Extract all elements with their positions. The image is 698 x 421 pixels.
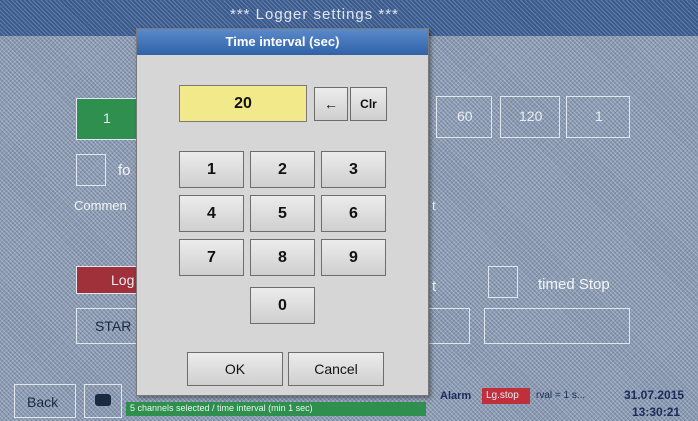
- time-display: 13:30:21: [632, 405, 681, 419]
- timed-stop-suffix: t: [432, 278, 437, 295]
- camera-button[interactable]: [84, 384, 122, 418]
- time-interval-dialog: Time interval (sec) 20 ← Clr 1 2 3 4 5 6…: [136, 28, 429, 396]
- key-8[interactable]: 8: [250, 239, 315, 276]
- stop-date-field[interactable]: [484, 308, 630, 344]
- window-title: *** Logger settings ***: [230, 6, 399, 23]
- key-6[interactable]: 6: [321, 195, 386, 232]
- back-button[interactable]: Back: [14, 384, 76, 418]
- timed-stop-label: timed Stop: [538, 276, 610, 293]
- key-5[interactable]: 5: [250, 195, 315, 232]
- ok-button[interactable]: OK: [187, 352, 283, 386]
- backspace-button[interactable]: ←: [314, 87, 348, 121]
- key-4[interactable]: 4: [179, 195, 244, 232]
- value-display[interactable]: 20: [179, 85, 307, 122]
- key-1[interactable]: 1: [179, 151, 244, 188]
- interval-option-120[interactable]: 120: [500, 96, 560, 138]
- logging-status: Lg.stop: [482, 388, 530, 404]
- for-label: fo: [118, 162, 131, 179]
- start-button[interactable]: STAR: [76, 308, 138, 344]
- dialog-title: Time interval (sec): [137, 29, 428, 55]
- backspace-icon: ←: [324, 96, 338, 112]
- key-7[interactable]: 7: [179, 239, 244, 276]
- interval-option-custom[interactable]: 1: [566, 96, 630, 138]
- key-2[interactable]: 2: [250, 151, 315, 188]
- field-suffix: t: [432, 198, 436, 213]
- camera-icon: [95, 394, 111, 406]
- key-0[interactable]: 0: [250, 287, 315, 324]
- for-checkbox[interactable]: [76, 154, 106, 186]
- channel-info: rval = 1 s...: [536, 390, 586, 401]
- key-9[interactable]: 9: [321, 239, 386, 276]
- interval-option-1[interactable]: 1: [76, 98, 138, 140]
- timed-stop-checkbox[interactable]: [488, 266, 518, 298]
- date-display: 31.07.2015: [624, 388, 685, 402]
- key-3[interactable]: 3: [321, 151, 386, 188]
- logger-button[interactable]: Log: [76, 266, 138, 294]
- interval-option-60[interactable]: 60: [436, 96, 492, 138]
- alarm-label: Alarm: [440, 390, 472, 402]
- clear-button[interactable]: Clr: [350, 87, 387, 121]
- cancel-button[interactable]: Cancel: [288, 352, 384, 386]
- status-message: 5 channels selected / time interval (min…: [126, 402, 426, 416]
- stop-time-field[interactable]: [428, 308, 470, 344]
- comment-label: Commen: [74, 198, 127, 213]
